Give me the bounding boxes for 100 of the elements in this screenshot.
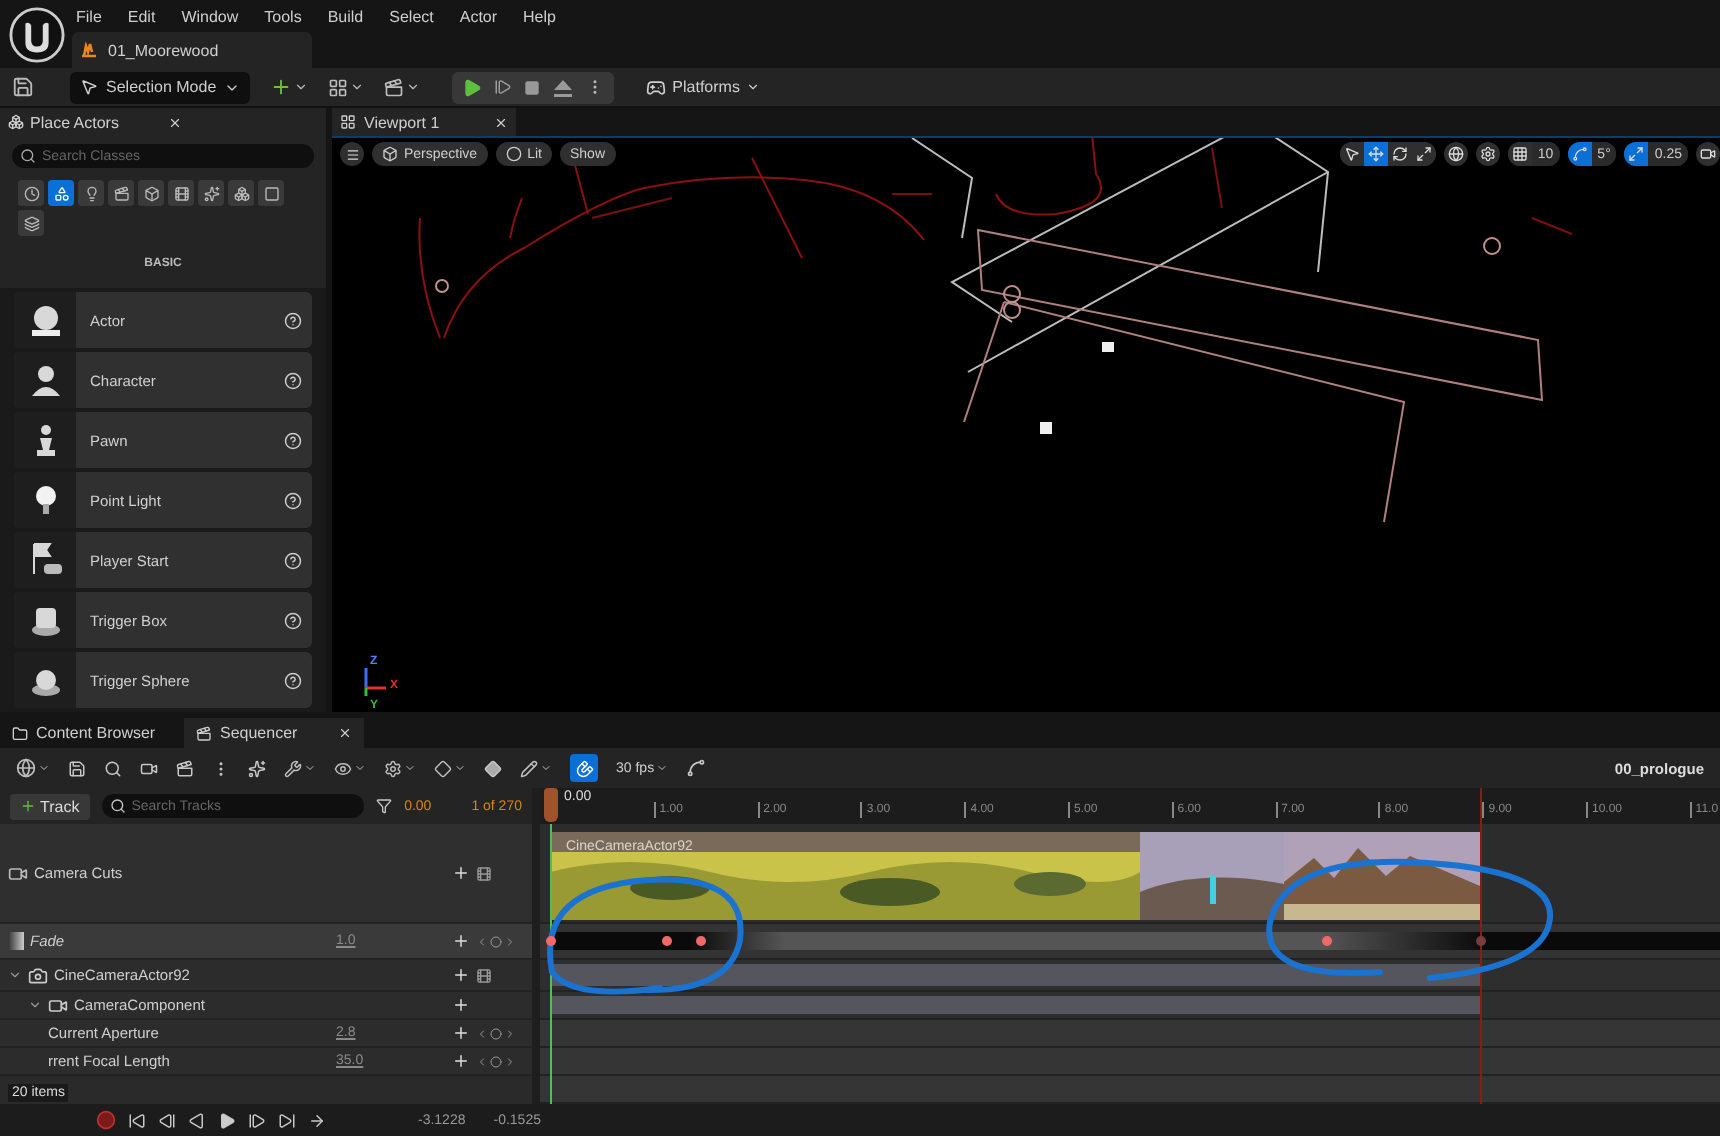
view-button[interactable] (334, 759, 366, 777)
menu-item[interactable]: Help (523, 7, 574, 25)
add-actor-button[interactable] (270, 76, 309, 98)
help-icon[interactable] (284, 491, 302, 509)
playhead-handle[interactable] (544, 788, 558, 822)
axis-gizmo-icon (360, 664, 388, 696)
add-icon[interactable] (452, 966, 470, 984)
rotate-tool-button[interactable] (1387, 142, 1412, 166)
close-icon[interactable] (168, 115, 182, 129)
next-key-icon[interactable] (248, 1111, 266, 1129)
loop-icon[interactable] (308, 1111, 326, 1129)
gamepad-icon (646, 77, 667, 97)
find-icon[interactable] (104, 759, 122, 777)
menu-item[interactable]: Tools (264, 7, 320, 25)
edit-button[interactable] (520, 759, 552, 777)
key-button[interactable] (434, 759, 466, 777)
camera-icon[interactable] (140, 759, 158, 777)
category-button[interactable] (198, 180, 224, 206)
category-button[interactable] (228, 180, 254, 206)
film-icon[interactable] (476, 865, 492, 881)
add-key-icon[interactable] (490, 1027, 502, 1039)
eject-icon[interactable] (552, 77, 575, 97)
sparkles-icon[interactable] (248, 759, 266, 777)
viewport-tab[interactable]: Viewport 1 (332, 108, 516, 136)
help-icon[interactable] (284, 371, 302, 389)
record-icon[interactable] (96, 1110, 116, 1130)
close-icon[interactable] (494, 115, 508, 129)
camera-speed-button[interactable] (1696, 142, 1720, 166)
menu-item[interactable]: Build (327, 7, 382, 25)
category-button[interactable] (168, 180, 194, 206)
filter-icon[interactable] (376, 798, 393, 814)
grid-snap-button[interactable] (1507, 142, 1532, 166)
menu-item[interactable]: Select (389, 7, 452, 25)
help-icon[interactable] (284, 611, 302, 629)
save-icon[interactable] (12, 76, 34, 98)
search-icon (20, 148, 36, 164)
world-space-button[interactable] (1443, 142, 1468, 166)
platforms-button[interactable]: Platforms (646, 77, 760, 97)
help-icon[interactable] (284, 431, 302, 449)
scale-snap-button[interactable] (1624, 142, 1649, 166)
jump-to-end-icon[interactable] (278, 1111, 296, 1129)
snap-button[interactable] (570, 754, 598, 782)
stop-icon[interactable] (524, 79, 541, 95)
mode-dropdown[interactable]: Selection Mode (70, 71, 251, 103)
category-button[interactable] (138, 180, 164, 206)
layers-icon (23, 215, 39, 231)
keyframe-dot[interactable] (1321, 936, 1331, 946)
jump-to-start-icon[interactable] (128, 1111, 146, 1129)
category-button[interactable] (78, 180, 104, 206)
save-icon[interactable] (68, 759, 86, 777)
category-button[interactable] (18, 180, 44, 206)
viewport-title: Viewport 1 (364, 113, 442, 131)
keyframe-dot[interactable] (695, 936, 705, 946)
key-all-icon[interactable] (484, 759, 502, 777)
select-tool-button[interactable] (1339, 142, 1364, 166)
move-tool-button[interactable] (1363, 142, 1388, 166)
film-icon[interactable] (476, 967, 492, 983)
add-icon[interactable] (452, 1052, 470, 1070)
advance-frame-icon[interactable] (494, 78, 513, 96)
category-button[interactable] (18, 210, 44, 236)
help-icon[interactable] (284, 311, 302, 329)
menu-button[interactable] (340, 142, 364, 166)
blueprint-button[interactable] (328, 77, 365, 97)
add-key-icon[interactable] (490, 1055, 502, 1067)
curve-editor-icon[interactable] (686, 758, 707, 778)
add-track-button[interactable]: Track (10, 793, 90, 819)
play-reverse-icon[interactable] (188, 1111, 206, 1129)
cinematics-button[interactable] (384, 77, 421, 97)
play-icon[interactable] (218, 1111, 236, 1129)
engine-logo[interactable] (7, 5, 65, 63)
keyframe-dot[interactable] (1475, 936, 1485, 946)
menu-item[interactable]: Edit (127, 7, 174, 25)
level-tab[interactable]: 01_Moorewood (72, 32, 312, 68)
keyframe-dot[interactable] (661, 936, 671, 946)
help-icon[interactable] (284, 551, 302, 569)
playback-button[interactable] (384, 759, 416, 777)
add-key-icon[interactable] (490, 935, 502, 947)
world-button[interactable] (16, 758, 50, 778)
add-icon[interactable] (452, 1024, 470, 1042)
menu-item[interactable]: File (76, 7, 120, 25)
globe-icon (16, 758, 36, 778)
surface-snap-button[interactable] (1475, 142, 1500, 166)
plus-icon (20, 798, 36, 814)
help-icon[interactable] (284, 671, 302, 689)
angle-snap-button[interactable] (1567, 142, 1592, 166)
category-button[interactable] (258, 180, 284, 206)
category-button[interactable] (108, 180, 134, 206)
add-icon[interactable] (452, 932, 470, 950)
previous-key-icon[interactable] (158, 1111, 176, 1129)
add-icon[interactable] (452, 996, 470, 1014)
panel-tab[interactable]: Sequencer (184, 718, 364, 748)
keyframe-dot[interactable] (545, 936, 555, 946)
play-icon[interactable] (462, 77, 483, 97)
scale-tool-button[interactable] (1411, 142, 1436, 166)
add-icon[interactable] (452, 864, 470, 882)
menu-item[interactable]: Actor (459, 7, 516, 25)
clapperboard-icon[interactable] (176, 759, 194, 777)
menu-item[interactable]: Window (181, 7, 257, 25)
tools-button[interactable] (284, 759, 316, 777)
category-button[interactable] (48, 180, 74, 206)
